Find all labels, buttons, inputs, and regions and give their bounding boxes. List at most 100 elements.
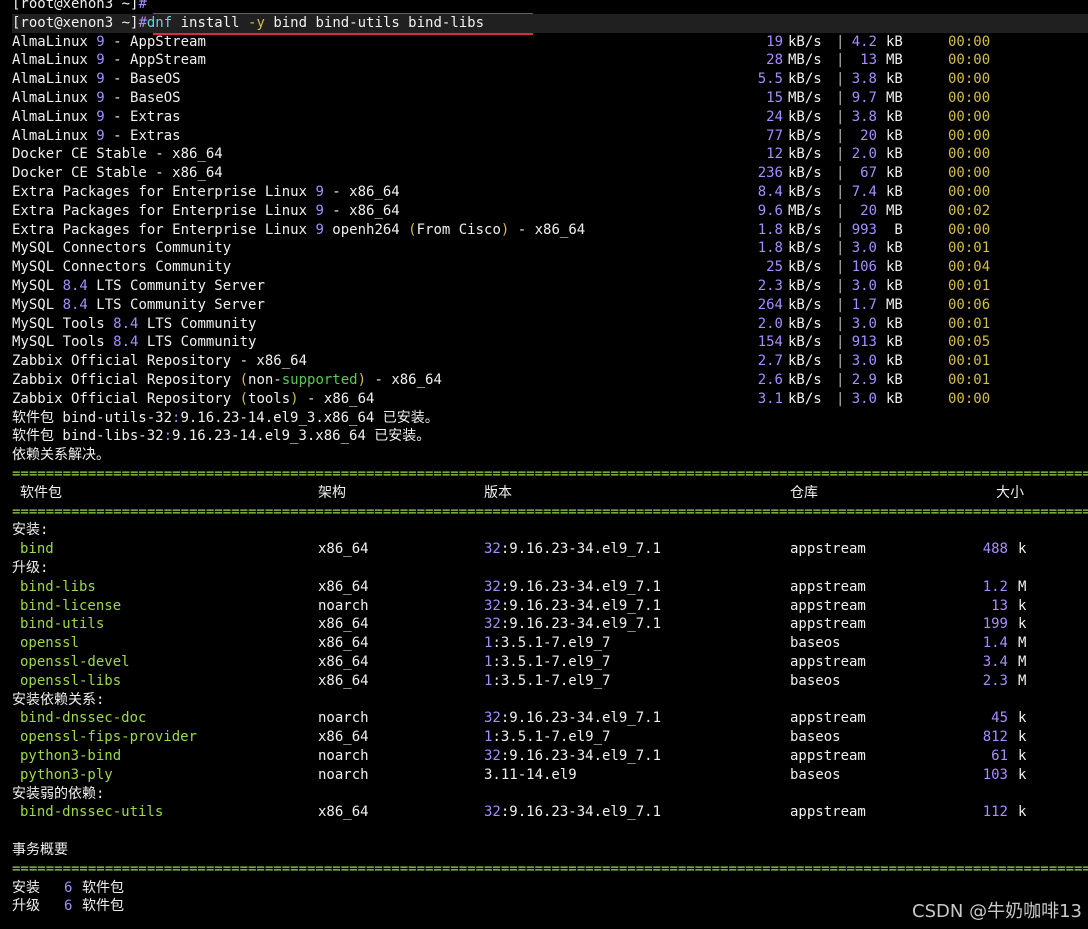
- repo-name-segment: MySQL Tools: [12, 334, 114, 351]
- rule-summary: ========================================…: [12, 860, 1088, 879]
- package-version: 1:3.5.1-7.el9_7: [484, 728, 610, 747]
- repo-time: 00:01: [948, 240, 991, 257]
- repo-name: Extra Packages for Enterprise Linux 9 op…: [12, 222, 585, 238]
- package-repo: appstream: [790, 748, 866, 764]
- repo-name: Zabbix Official Repository - x86_64: [12, 353, 307, 369]
- repo-time: 00:00: [948, 165, 991, 182]
- package-name: openssl-fips-provider: [20, 729, 198, 746]
- repo-time: 00:02: [948, 202, 991, 219]
- package-version-text: :9.16.23-34.el9_7.1: [500, 748, 662, 764]
- rule: ========================================…: [12, 503, 1088, 520]
- header-arch: 架构: [318, 484, 346, 501]
- rule: ========================================…: [12, 466, 1088, 482]
- repo-speed-unit: kB/s: [788, 259, 822, 276]
- repo-speed-unit: kB/s: [788, 372, 822, 388]
- package-version: 32:9.16.23-34.el9_7.1: [484, 709, 661, 728]
- package-version: 1:3.5.1-7.el9_7: [484, 634, 610, 653]
- repo-speed: 77: [766, 127, 783, 144]
- table-header: 软件包 架构 版本 仓库 大小: [12, 484, 1088, 503]
- repo-time: 00:01: [948, 372, 991, 388]
- repo-size-unit: kB: [886, 184, 903, 200]
- package-name: python3-bind: [20, 748, 122, 764]
- repo-name-segment: LTS Community Server: [87, 296, 265, 313]
- repo-speed: 19: [766, 33, 783, 50]
- repo-name-segment: 9: [96, 71, 105, 88]
- repo-size-unit: B: [886, 221, 903, 238]
- repo-name-segment: MySQL: [12, 296, 63, 313]
- repo-name-segment: - Extras: [104, 108, 181, 125]
- repo-name: AlmaLinux 9 - AppStream: [12, 52, 206, 68]
- repo-name-segment: - x86_64: [298, 390, 375, 407]
- repo-speed: 264: [757, 296, 783, 313]
- repo-speed: 154: [757, 334, 783, 351]
- repo-name: MySQL Tools 8.4 LTS Community: [12, 316, 256, 332]
- repo-size: 2.0: [851, 146, 877, 163]
- package-version-text: :9.16.23-34.el9_7.1: [500, 804, 662, 821]
- package-size-unit: k: [1018, 616, 1027, 633]
- package-version: 32:9.16.23-34.el9_7.1: [484, 597, 661, 616]
- package-version-text: :9.16.23-34.el9_7.1: [500, 616, 662, 633]
- package-arch: x86_64: [318, 541, 369, 558]
- repo-speed-unit: kB/s: [788, 146, 822, 163]
- package-version: 32:9.16.23-34.el9_7.1: [484, 615, 661, 634]
- package-repo: baseos: [790, 672, 841, 689]
- repo-speed: 5.5: [757, 71, 783, 88]
- repo-time: 00:00: [948, 71, 991, 88]
- repo-name-segment: (: [408, 221, 417, 238]
- message-segment: 软件包 bind-libs-32: [12, 428, 164, 445]
- repo-name: Extra Packages for Enterprise Linux 9 - …: [12, 184, 400, 200]
- repo-speed: 28: [766, 52, 783, 69]
- repo-line: Zabbix Official Repository - x86_64 2.7 kB…: [12, 352, 1088, 371]
- repo-line: Extra Packages for Enterprise Linux 9 op…: [12, 221, 1088, 240]
- header-repo: 仓库: [790, 484, 818, 501]
- section-title-text: 升级:: [12, 560, 49, 576]
- summary-count: 6: [64, 879, 73, 896]
- repo-speed: 3.1: [757, 390, 783, 407]
- section-title-text: 安装依赖关系:: [12, 691, 105, 708]
- command-flag: -y: [248, 14, 265, 31]
- summary-label: 升级: [12, 898, 40, 915]
- repo-speed-unit: MB/s: [788, 52, 822, 69]
- repo-line: MySQL 8.4 LTS Community Server 2.3 kB/s | 3.…: [12, 277, 1088, 296]
- message-segment: :: [163, 428, 173, 445]
- repo-name: MySQL Connectors Community: [12, 259, 231, 275]
- package-arch: noarch: [318, 597, 369, 614]
- watermark: CSDN @牛奶咖啡13: [912, 901, 1082, 922]
- package-repo: baseos: [790, 729, 841, 746]
- prompt-line-previous: [root@xenon3 ~]#: [12, 0, 1088, 14]
- repo-speed-unit: MB/s: [788, 202, 822, 219]
- repo-speed: 9.6: [757, 202, 783, 219]
- package-repo: appstream: [790, 654, 866, 670]
- terminal-window[interactable]: [root@xenon3 ~]# [root@xenon3 ~]#dnf inst…: [0, 0, 1088, 929]
- section-title: 安装弱的依赖:: [12, 785, 1088, 804]
- package-size: 103: [982, 766, 1008, 783]
- repo-line: Docker CE Stable - x86_64 236 kB/s | 67 kB 00:…: [12, 164, 1088, 183]
- repo-name-segment: - x86_64: [366, 372, 442, 388]
- package-name: bind-dnssec-utils: [20, 804, 164, 821]
- package-version-text: :3.5.1-7.el9_7: [492, 635, 611, 652]
- repo-size: 3.0: [851, 278, 877, 294]
- repo-line: MySQL Connectors Community 1.8 kB/s | 3.0 kB 0…: [12, 239, 1088, 258]
- repo-size-unit: kB: [886, 240, 903, 257]
- repo-name-segment: openh264: [323, 221, 409, 238]
- repo-name-segment: From Cisco: [416, 221, 501, 238]
- package-version-text: :9.16.23-34.el9_7.1: [500, 541, 662, 558]
- repo-size: 20: [860, 202, 877, 219]
- repo-name: AlmaLinux 9 - Extras: [12, 128, 181, 144]
- repo-name-segment: 8.4: [113, 334, 139, 351]
- repo-name-segment: - x86_64: [323, 184, 400, 200]
- repo-name-segment: Extra Packages for Enterprise Linux: [12, 202, 316, 219]
- repo-name-segment: tools: [248, 390, 291, 407]
- repo-time: 00:01: [948, 278, 991, 294]
- package-repo: appstream: [790, 804, 866, 821]
- repo-time: 00:00: [948, 146, 991, 163]
- package-row: openssl x86_64 1:3.5.1-7.el9_7 baseos 1.4 M: [12, 634, 1088, 653]
- repo-size: 2.9: [851, 372, 877, 388]
- prompt-hash: #: [138, 0, 147, 12]
- repo-name-segment: Docker CE Stable - x86_64: [12, 165, 223, 182]
- repo-name-segment: Zabbix Official Repository: [12, 372, 240, 388]
- package-name: bind-utils: [20, 616, 105, 633]
- repo-size-unit: kB: [886, 390, 903, 407]
- package-version-text: :3.5.1-7.el9_7: [492, 654, 611, 670]
- repo-size-unit: kB: [886, 108, 903, 125]
